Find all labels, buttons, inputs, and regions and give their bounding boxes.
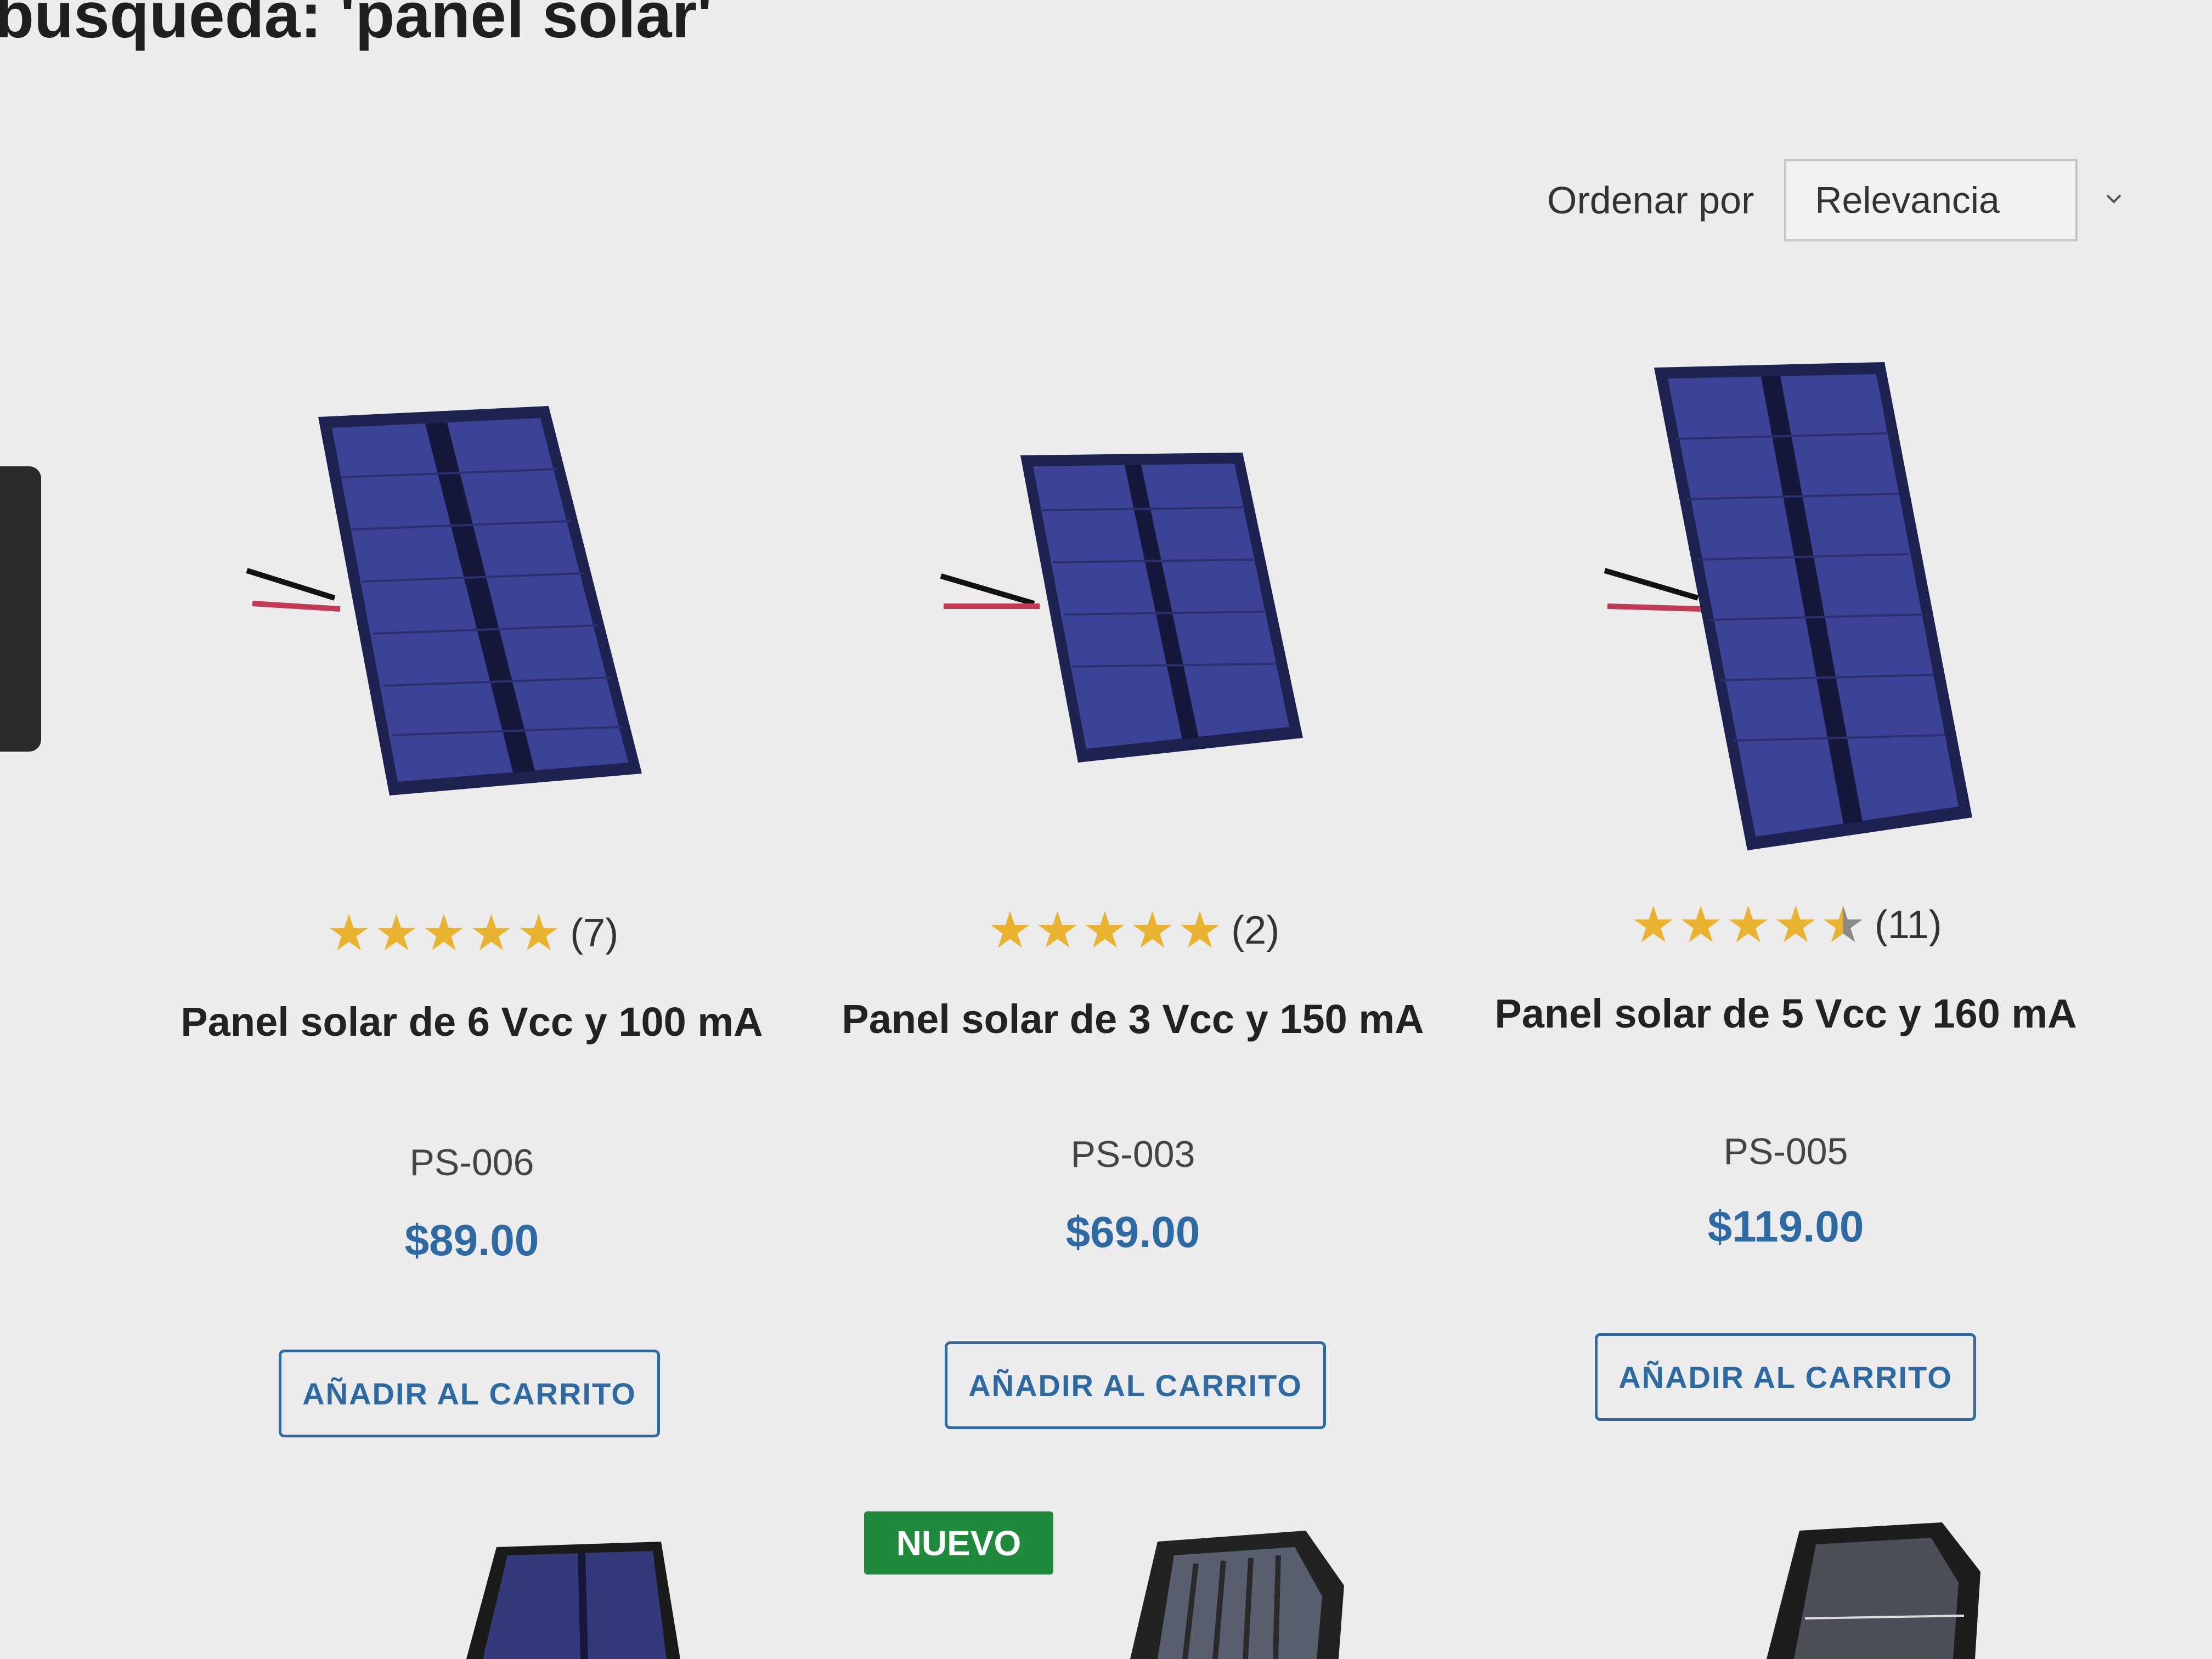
- star-half-icon: ★: [1820, 897, 1866, 953]
- product-price: $89.00: [404, 1216, 539, 1265]
- product-name[interactable]: Panel solar de 5 Vcc y 160 mA: [1473, 990, 2098, 1037]
- product-image[interactable]: [1119, 1531, 1350, 1659]
- product-rating: ★ ★ ★ ★ ★ (7): [181, 908, 763, 958]
- review-count[interactable]: (7): [570, 911, 618, 956]
- star-icon: ★: [1725, 897, 1771, 953]
- star-icon: ★: [421, 905, 467, 961]
- product-image[interactable]: [1756, 1522, 1986, 1659]
- product-card: ★ ★ ★ ★ ★ (2) Panel solar de 3 Vcc y 150…: [842, 0, 1424, 1481]
- product-sku: PS-006: [409, 1142, 534, 1183]
- add-to-cart-button[interactable]: AÑADIR AL CARRITO: [279, 1350, 660, 1437]
- product-price: $69.00: [1065, 1207, 1200, 1256]
- product-name[interactable]: Panel solar de 3 Vcc y 150 mA: [820, 996, 1446, 1042]
- product-image[interactable]: [930, 439, 1314, 779]
- add-to-cart-button[interactable]: AÑADIR AL CARRITO: [945, 1341, 1326, 1429]
- star-icon: ★: [516, 905, 562, 961]
- product-sku: PS-005: [1723, 1131, 1848, 1172]
- star-icon: ★: [1630, 897, 1676, 953]
- product-sku: PS-003: [1070, 1133, 1195, 1175]
- product-name[interactable]: Panel solar de 6 Vcc y 100 mA: [159, 998, 785, 1045]
- add-to-cart-button[interactable]: AÑADIR AL CARRITO: [1595, 1333, 1976, 1421]
- chevron-down-icon[interactable]: [2103, 188, 2125, 210]
- product-rating: ★ ★ ★ ★ ★ (2): [842, 905, 1424, 956]
- star-icon: ★: [1082, 902, 1128, 958]
- product-price: $119.00: [1707, 1202, 1864, 1251]
- review-count[interactable]: (11): [1875, 902, 1942, 947]
- partial-product-thumbnail[interactable]: [0, 466, 41, 752]
- star-icon: ★: [469, 905, 514, 961]
- star-icon: ★: [326, 905, 372, 961]
- product-rating: ★ ★ ★ ★ ★ (11): [1495, 900, 2076, 950]
- star-icon: ★: [1130, 902, 1175, 958]
- star-icon: ★: [1773, 897, 1819, 953]
- star-icon: ★: [987, 902, 1033, 958]
- product-image[interactable]: [450, 1539, 680, 1659]
- new-badge: NUEVO: [864, 1511, 1053, 1575]
- product-image[interactable]: [1599, 357, 1983, 861]
- star-icon: ★: [1177, 902, 1223, 958]
- star-icon: ★: [1035, 902, 1080, 958]
- product-card: ★ ★ ★ ★ ★ (7) Panel solar de 6 Vcc y 100…: [180, 0, 763, 1481]
- star-icon: ★: [374, 905, 419, 961]
- star-icon: ★: [1678, 897, 1724, 953]
- review-count[interactable]: (2): [1231, 908, 1279, 953]
- product-card: ★ ★ ★ ★ ★ (11) Panel solar de 5 Vcc y 16…: [1494, 0, 2077, 1481]
- product-image[interactable]: [230, 395, 669, 812]
